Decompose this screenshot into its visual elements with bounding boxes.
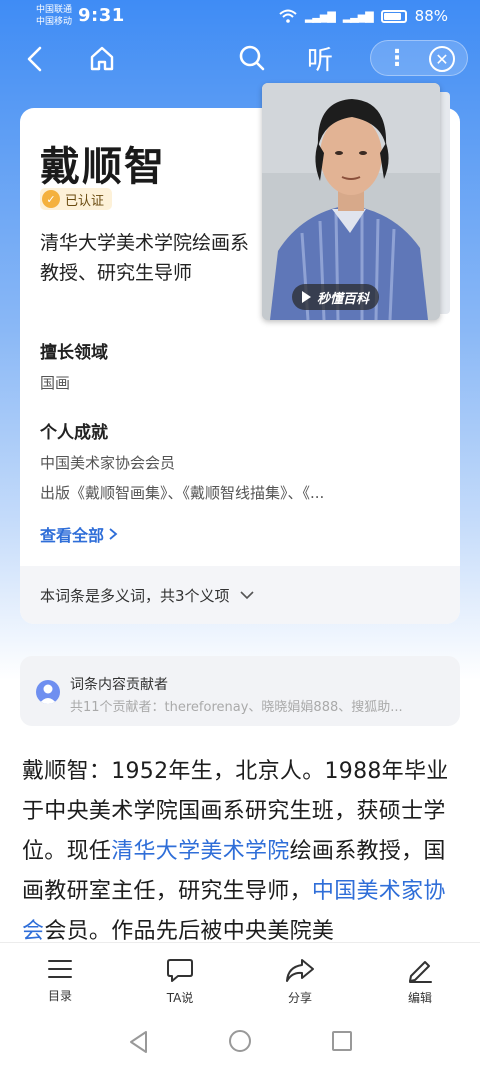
back-icon[interactable] — [20, 44, 50, 74]
article-body: 戴顺智：1952年生，北京人。1988年毕业于中央美术学院国画系研究生班，获硕士… — [22, 752, 462, 944]
person-title: 清华大学美术学院绘画系教授、研究生导师 — [40, 232, 250, 284]
chevron-right-icon — [109, 528, 118, 540]
battery-level: 88% — [414, 7, 448, 25]
contributors-title: 词条内容贡献者 — [70, 677, 168, 693]
contributors-list: 共11个贡献者：thereforenay、晓晓娟娟888、搜狐助... — [70, 700, 403, 715]
search-icon[interactable] — [236, 42, 268, 74]
expertise-value: 国画 — [40, 374, 71, 392]
achievement-item: 中国美术家协会会员 — [40, 454, 176, 472]
video-badge[interactable]: 秒懂百科 — [292, 284, 380, 310]
polysemy-selector[interactable]: 本词条是多义词，共3个义项 — [20, 566, 460, 624]
verified-check-icon: ✓ — [42, 190, 60, 208]
contributor-avatar-icon — [36, 680, 60, 704]
top-navbar: 听 ⋮ ✕ — [0, 36, 480, 84]
toolbar-share-label: 分享 — [287, 991, 312, 1005]
view-all-label: 查看全部 — [40, 526, 105, 545]
polysemy-label: 本词条是多义词，共3个义项 — [40, 586, 230, 605]
toolbar-share[interactable]: 分享 — [240, 943, 360, 1018]
chat-bubble-icon — [167, 959, 193, 982]
person-photo[interactable]: 秒懂百科 — [262, 83, 440, 320]
signal-icon: ▂▃▅▇ — [304, 9, 336, 23]
status-time: 9:31 — [78, 5, 125, 26]
carrier-info: 中国联通 中国移动 — [36, 4, 72, 28]
home-icon[interactable] — [86, 42, 118, 74]
wifi-icon — [279, 9, 297, 23]
link-tsinghua-art[interactable]: 清华大学美术学院 — [111, 839, 289, 864]
person-name: 戴顺智 — [40, 144, 166, 190]
play-icon — [302, 291, 311, 303]
more-icon[interactable]: ⋮ — [383, 44, 411, 72]
toolbar-contents[interactable]: 目录 — [0, 943, 120, 1018]
share-arrow-icon — [286, 959, 314, 982]
listen-button[interactable]: 听 — [302, 40, 338, 76]
expertise-heading: 擅长领域 — [40, 343, 108, 363]
pencil-icon — [409, 961, 432, 983]
mini-program-capsule: ⋮ ✕ — [370, 40, 468, 76]
toolbar-comments-label: TA说 — [166, 991, 194, 1005]
contributors-panel[interactable]: 词条内容贡献者 共11个贡献者：thereforenay、晓晓娟娟888、搜狐助… — [20, 656, 460, 726]
close-icon[interactable]: ✕ — [429, 46, 455, 72]
view-all-link[interactable]: 查看全部 — [40, 522, 118, 546]
chevron-down-icon — [239, 591, 254, 600]
system-navigation-bar — [0, 1018, 480, 1067]
carrier-2: 中国移动 — [36, 17, 73, 27]
verified-label: 已认证 — [65, 193, 105, 209]
system-home-icon[interactable] — [229, 1030, 251, 1052]
toolbar-contents-label: 目录 — [47, 989, 72, 1003]
video-badge-label: 秒懂百科 — [317, 291, 370, 307]
bottom-toolbar: 目录 TA说 分享 编辑 — [0, 942, 480, 1018]
system-back-icon[interactable] — [128, 1030, 150, 1054]
toolbar-edit[interactable]: 编辑 — [360, 943, 480, 1018]
menu-list-icon — [48, 960, 72, 978]
toolbar-comments[interactable]: TA说 — [120, 943, 240, 1018]
status-icons: ▂▃▅▇ ▂▃▅▇ 88% — [279, 7, 448, 25]
verified-badge: ✓ 已认证 — [40, 188, 113, 210]
system-recents-icon[interactable] — [332, 1031, 352, 1051]
toolbar-edit-label: 编辑 — [407, 991, 432, 1005]
achievements-heading: 个人成就 — [40, 423, 108, 443]
battery-icon — [380, 9, 407, 23]
signal-icon-2: ▂▃▅▇ — [342, 9, 374, 23]
carrier-1: 中国联通 — [36, 5, 73, 15]
status-bar: 中国联通 中国移动 9:31 ▂▃▅▇ ▂▃▅▇ 88% — [0, 0, 480, 34]
article-text: 会员。作品先后被中央美院美 — [44, 919, 335, 944]
achievement-item: 出版《戴顺智画集》、《戴顺智线描集》、《... — [40, 484, 325, 502]
